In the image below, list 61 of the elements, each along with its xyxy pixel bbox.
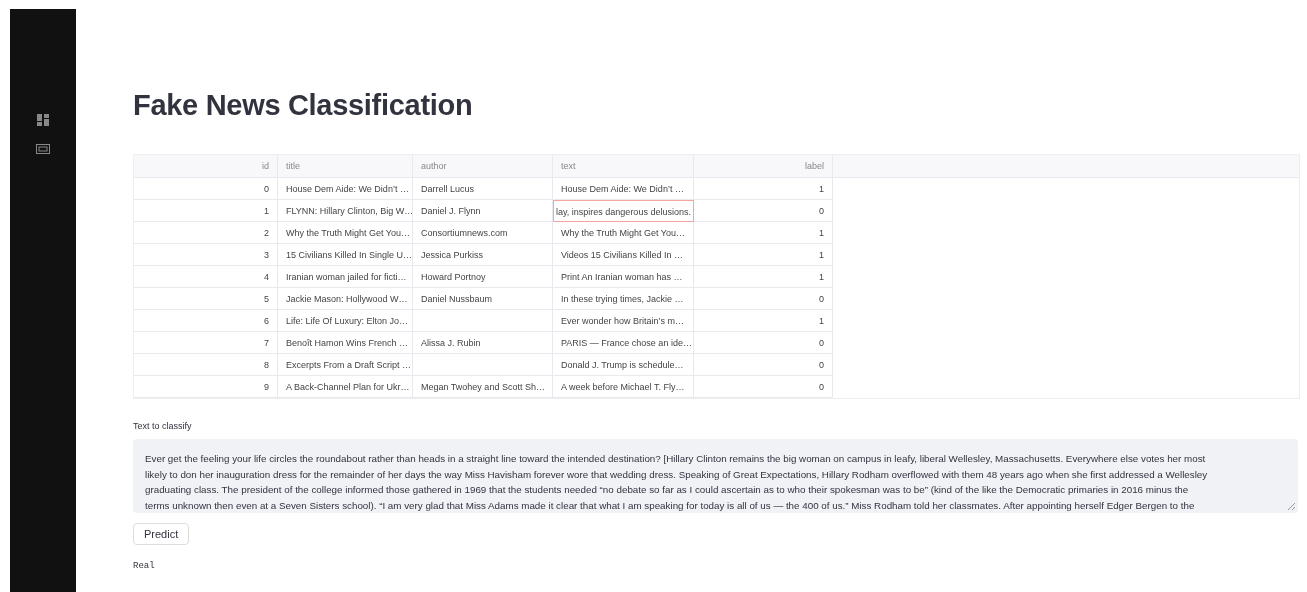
table-cell[interactable]: lay, inspires dangerous delusions. (553, 200, 694, 222)
table-cell[interactable]: Why the Truth Might Get You… (278, 222, 413, 244)
table-cell[interactable]: FLYNN: Hillary Clinton, Big W… (278, 200, 413, 222)
table-cell[interactable]: 0 (694, 332, 833, 354)
table-cell[interactable]: 0 (134, 178, 278, 200)
table-cell[interactable]: 7 (134, 332, 278, 354)
table-cell[interactable]: Jessica Purkiss (413, 244, 553, 266)
table-cell[interactable]: Howard Portnoy (413, 266, 553, 288)
table-cell[interactable]: 1 (694, 222, 833, 244)
table-cell[interactable]: 2 (134, 222, 278, 244)
table-cell[interactable]: Videos 15 Civilians Killed In … (553, 244, 694, 266)
table-cell[interactable]: A Back-Channel Plan for Ukr… (278, 376, 413, 398)
table-cell[interactable]: 15 Civilians Killed In Single U… (278, 244, 413, 266)
table-cell[interactable]: A week before Michael T. Fly… (553, 376, 694, 398)
table-cell[interactable]: 0 (694, 376, 833, 398)
resize-grip-icon[interactable] (1287, 502, 1295, 510)
table-cell[interactable]: House Dem Aide: We Didn’t … (278, 178, 413, 200)
field-label: Text to classify (133, 421, 193, 431)
column-header[interactable]: text (553, 155, 694, 178)
table-cell[interactable]: Ever wonder how Britain’s m… (553, 310, 694, 332)
column-header[interactable]: label (694, 155, 833, 178)
table-cell[interactable]: 0 (694, 200, 833, 222)
column-header[interactable]: author (413, 155, 553, 178)
table-cell[interactable]: Excerpts From a Draft Script … (278, 354, 413, 376)
table-cell[interactable]: Benoît Hamon Wins French … (278, 332, 413, 354)
page-title: Fake News Classification (133, 89, 474, 122)
table-cell[interactable]: 8 (134, 354, 278, 376)
table-cell[interactable]: In these trying times, Jackie … (553, 288, 694, 310)
table-cell[interactable]: PARIS — France chose an ide… (553, 332, 694, 354)
table-cell[interactable]: 1 (134, 200, 278, 222)
column-header[interactable]: id (134, 155, 278, 178)
table-cell[interactable]: 1 (694, 244, 833, 266)
table-cell[interactable]: Iranian woman jailed for ficti… (278, 266, 413, 288)
column-header[interactable]: title (278, 155, 413, 178)
table-cell[interactable]: Daniel J. Flynn (413, 200, 553, 222)
table-cell[interactable]: Consortiumnews.com (413, 222, 553, 244)
table-cell[interactable]: 1 (694, 178, 833, 200)
table-cell[interactable]: Why the Truth Might Get You… (553, 222, 694, 244)
table-cell[interactable]: 0 (694, 354, 833, 376)
table-cell[interactable]: Jackie Mason: Hollywood W… (278, 288, 413, 310)
table-cell[interactable]: House Dem Aide: We Didn’t … (553, 178, 694, 200)
table-cell[interactable]: Alissa J. Rubin (413, 332, 553, 354)
table-cell[interactable]: 1 (694, 310, 833, 332)
table-cell[interactable]: 5 (134, 288, 278, 310)
table-cell[interactable]: 1 (694, 266, 833, 288)
table-cell[interactable]: Life: Life Of Luxury: Elton Jo… (278, 310, 413, 332)
predict-button[interactable]: Predict (133, 523, 190, 545)
table-cell[interactable]: Daniel Nussbaum (413, 288, 553, 310)
table-cell[interactable]: 9 (134, 376, 278, 398)
table-cell[interactable]: 0 (694, 288, 833, 310)
table-icon[interactable] (36, 144, 50, 154)
table-cell[interactable]: Donald J. Trump is schedule… (553, 354, 694, 376)
table-cell[interactable]: 4 (134, 266, 278, 288)
text-area-field[interactable]: Ever get the feeling your life circles the roundabout rather than heads in a straight line toward the intended destination? [Hillary Clinton remains the big woman on campus in leafy, liberal Wellesley, Massachusetts. Everywhere else votes her most likely to don her inauguration dress for the remainder of her days the way Miss Havisham forever wore that wedding dress. Speaking of Great Expectations, Hillary Rodham overflowed with them 48 years ago when she first addressed a Wellesley graduating class. The president of the college informed those gathered in 1969 that the students needed “no debate so far as I could ascertain as to who their spokesman was to be” (kind of the like the Democratic primaries in 2016 minus the terms unknown then even at a Seven Sisters school). “I am very glad that Miss Adams made it clear that what I am speaking for today is all of us — the 400 of us.” Miss Rodham told her classmates. After appointing herself Edger Bergen to the (133, 439, 1298, 513)
table-cell[interactable]: 6 (134, 310, 278, 332)
table-cell[interactable]: Print An Iranian woman has … (553, 266, 694, 288)
result-text: Real (133, 561, 155, 571)
table-cell[interactable]: Darrell Lucus (413, 178, 553, 200)
table-cell[interactable]: Megan Twohey and Scott Sh… (413, 376, 553, 398)
table-cell[interactable]: 3 (134, 244, 278, 266)
dashboard-icon[interactable] (37, 114, 49, 126)
